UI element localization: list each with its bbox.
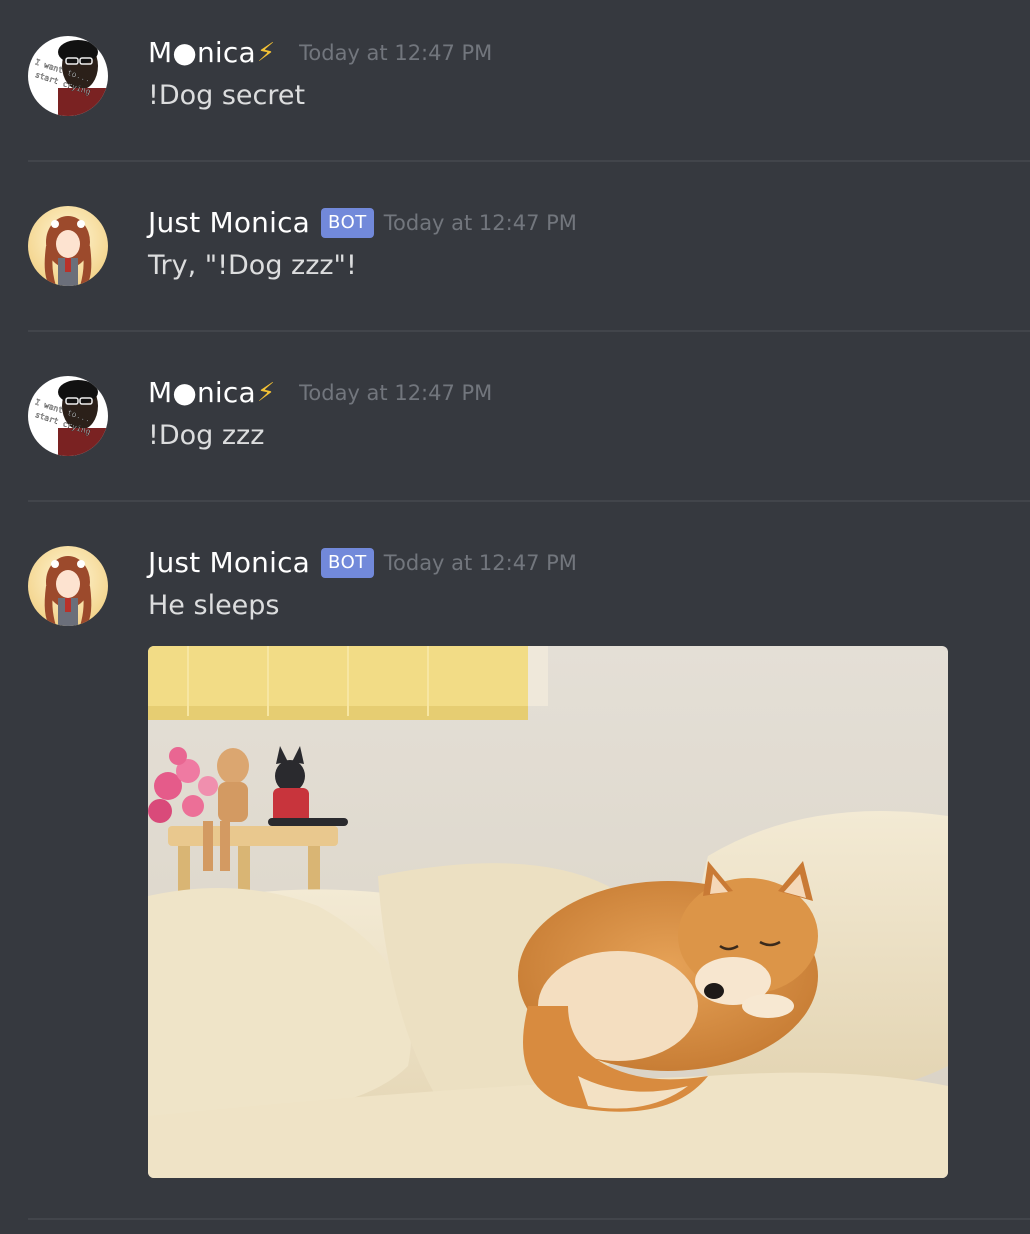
- timestamp: Today at 12:47 PM: [299, 380, 493, 405]
- lightning-bolt-icon: ⚡: [256, 37, 276, 68]
- message-divider: [28, 160, 1030, 162]
- avatar[interactable]: [28, 206, 108, 286]
- timestamp: Today at 12:47 PM: [383, 550, 577, 575]
- message-content: Try, "!Dog zzz"!: [148, 250, 357, 281]
- bot-tag: BOT: [321, 207, 374, 238]
- message-content: !Dog secret: [148, 80, 306, 111]
- message-content: He sleeps: [148, 590, 280, 621]
- avatar[interactable]: I want to... start crying: [28, 376, 108, 456]
- chat-messages: I want to... start crying M●nica ⚡ Today…: [0, 0, 1030, 1234]
- message-divider: [28, 1218, 1030, 1220]
- username[interactable]: Just Monica: [148, 206, 310, 239]
- username[interactable]: Just Monica: [148, 546, 310, 579]
- avatar[interactable]: I want to... start crying: [28, 36, 108, 116]
- lightning-bolt-icon: ⚡: [256, 377, 276, 408]
- username[interactable]: M●nica: [148, 376, 256, 409]
- bot-tag: BOT: [321, 547, 374, 578]
- timestamp: Today at 12:47 PM: [299, 40, 493, 65]
- timestamp: Today at 12:47 PM: [383, 210, 577, 235]
- message-content: !Dog zzz: [148, 420, 265, 451]
- username[interactable]: M●nica: [148, 36, 256, 69]
- image-attachment[interactable]: [148, 646, 948, 1178]
- message-divider: [28, 330, 1030, 332]
- avatar[interactable]: [28, 546, 108, 626]
- message-divider: [28, 500, 1030, 502]
